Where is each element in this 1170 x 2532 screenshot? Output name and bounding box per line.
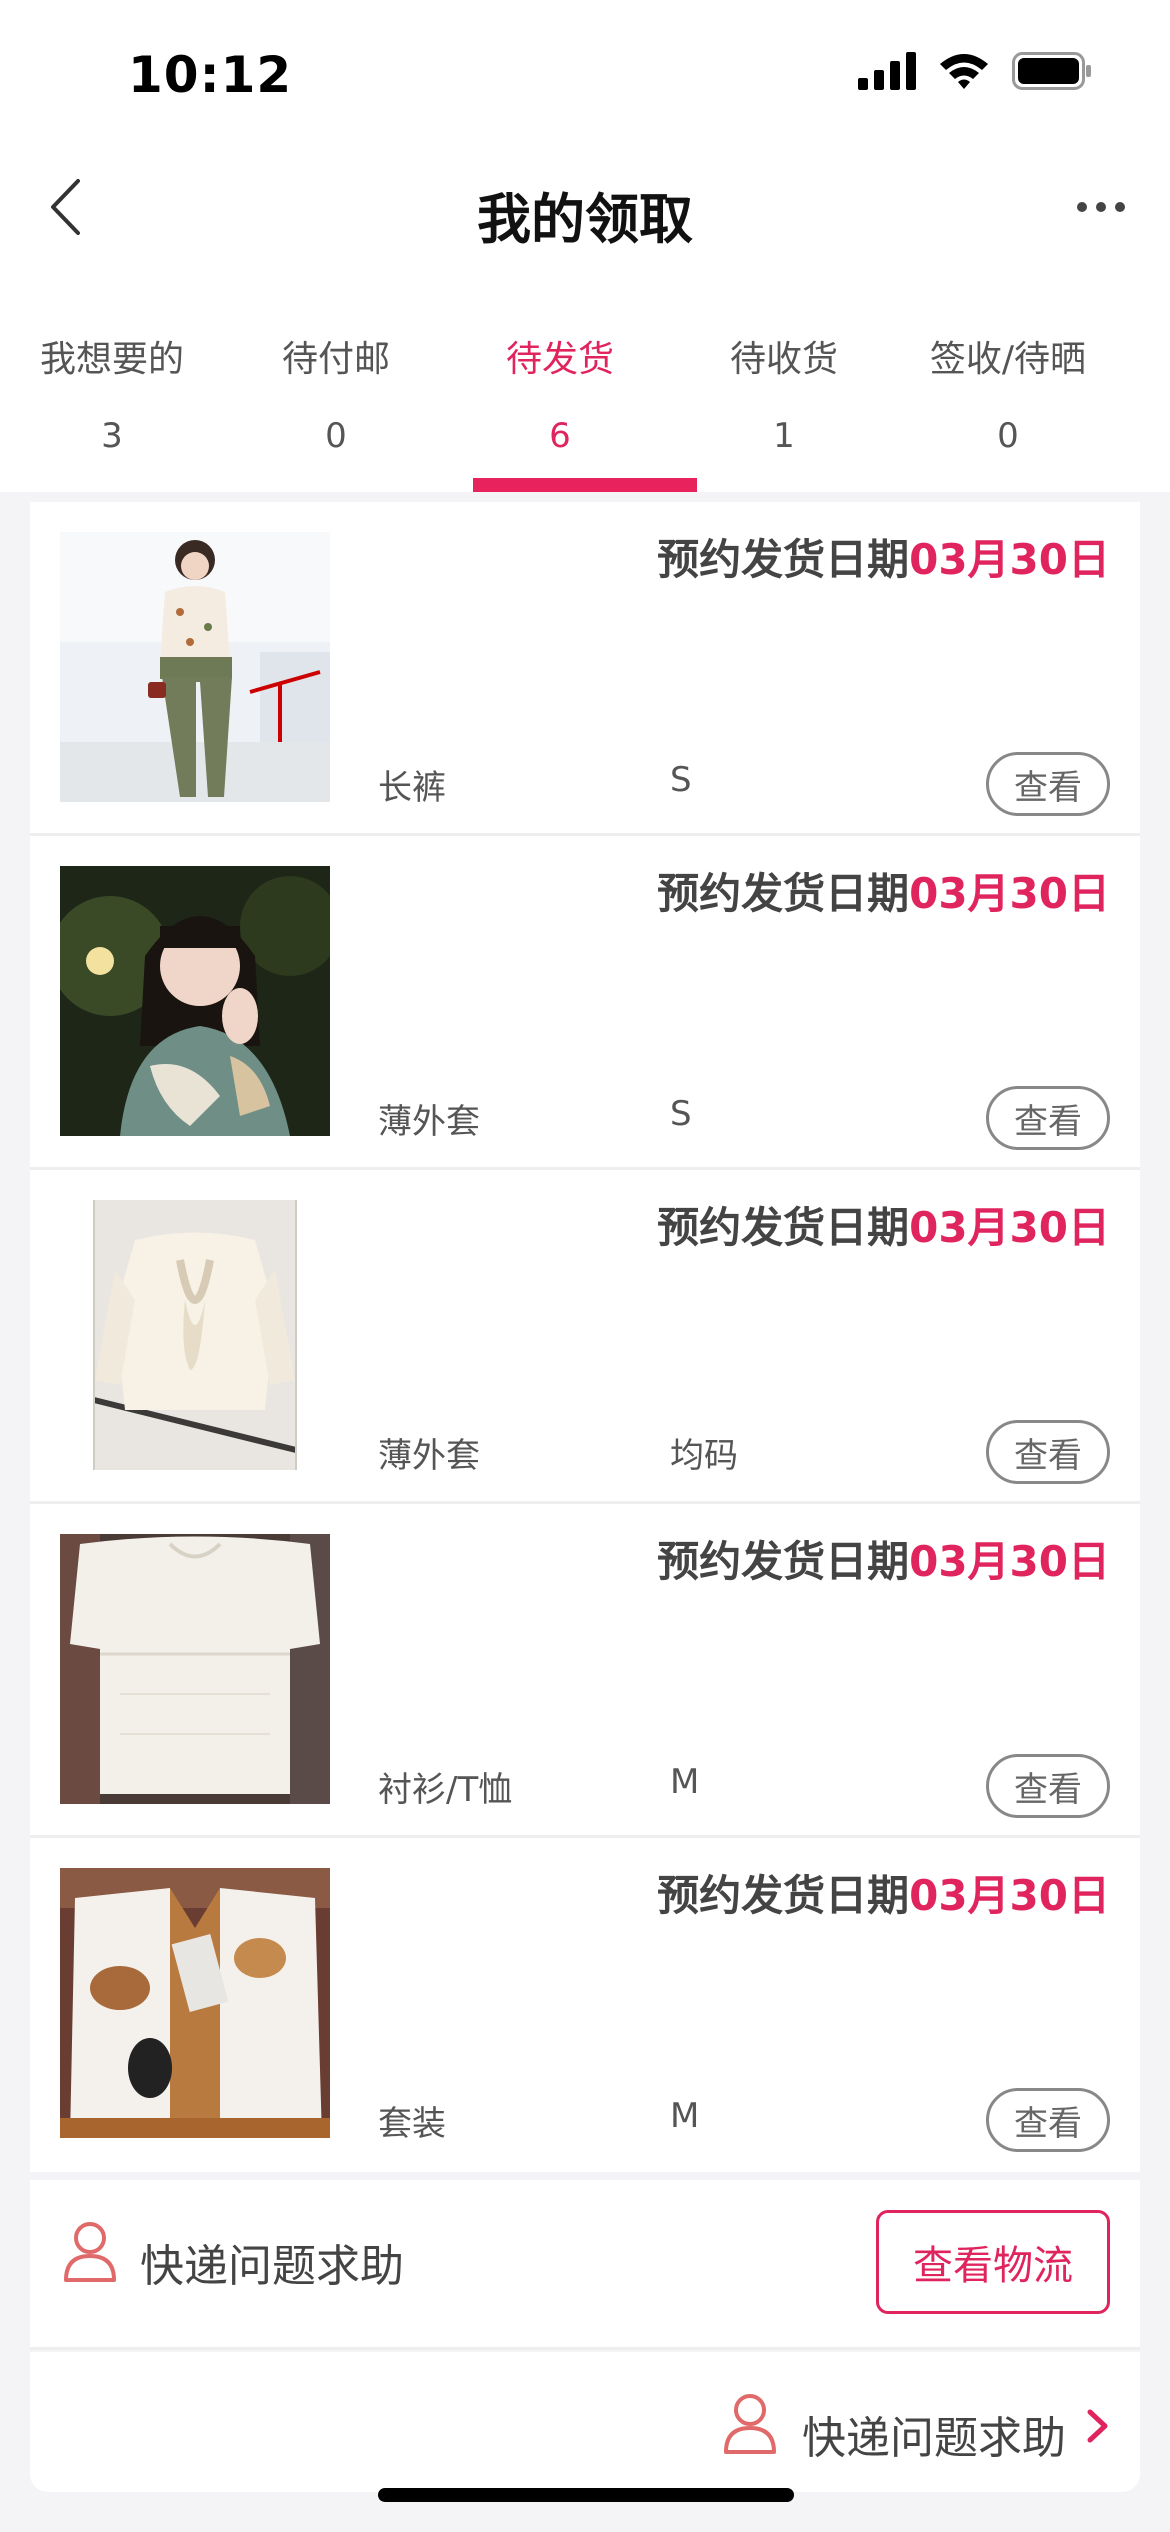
item-category: 长裤 [378,768,446,808]
nav-bar: 我的领取 [0,150,1170,300]
ship-date: 预约发货日期03月30日 [657,860,1110,921]
tab-pending-shipment[interactable]: 待发货 6 [448,300,672,492]
tab-label: 待付邮 [281,339,390,380]
tab-want[interactable]: 我想要的 3 [0,300,224,492]
signal-icon [858,52,916,94]
status-tabs: 我想要的 3 待付邮 0 待发货 6 待收货 1 签收/待晒 0 [0,300,1170,492]
product-image[interactable] [60,1534,330,1804]
chevron-right-icon [1086,2408,1110,2448]
ship-date: 预约发货日期03月30日 [657,1528,1110,1589]
ship-date: 预约发货日期03月30日 [657,1194,1110,1255]
ship-date-value: 03月30日 [909,1537,1110,1586]
person-icon [62,2220,118,2286]
ship-date-prefix: 预约发货日期 [657,1871,910,1920]
ship-date-value: 03月30日 [909,1871,1110,1920]
express-help-footer-label: 快递问题求助 [802,2413,1066,2464]
list-item: 预约发货日期03月30日 衬衫/T恤 M 查看 [30,1504,1140,1838]
battery-icon [1012,52,1092,94]
more-horizontal-icon[interactable] [1066,182,1136,232]
item-size: S [670,1094,692,1134]
ship-date-prefix: 预约发货日期 [657,1537,910,1586]
ship-date-value: 03月30日 [909,535,1110,584]
help-footer[interactable]: 快递问题求助 [30,2352,1140,2492]
item-size: M [670,1762,700,1802]
product-image[interactable] [60,1868,330,2138]
item-list: 预约发货日期03月30日 长裤 S 查看 预约发货日期03月30日 薄外套 S … [30,502,1140,2172]
person-icon [722,2392,778,2458]
view-button[interactable]: 查看 [986,1420,1110,1484]
view-logistics-button[interactable]: 查看物流 [876,2210,1110,2314]
item-category: 薄外套 [378,1436,480,1476]
item-size: 均码 [670,1436,738,1476]
tab-pending-postage[interactable]: 待付邮 0 [224,300,448,492]
tab-label: 我想要的 [39,339,184,380]
ship-date-prefix: 预约发货日期 [657,1203,910,1252]
status-icons [858,52,1092,94]
page-title: 我的领取 [477,188,693,251]
home-indicator [378,2488,794,2502]
tab-count: 6 [549,416,571,456]
tab-count: 0 [325,416,347,456]
item-size: S [670,760,692,800]
item-category: 衬衫/T恤 [378,1770,513,1810]
item-category: 薄外套 [378,1102,480,1142]
tab-count: 0 [997,416,1019,456]
active-tab-indicator [473,478,697,492]
list-item: 预约发货日期03月30日 长裤 S 查看 [30,502,1140,836]
ship-date: 预约发货日期03月30日 [657,526,1110,587]
product-image[interactable] [60,532,330,802]
express-help-link[interactable]: 快递问题求助 [140,2230,404,2294]
tab-label: 待收货 [729,339,838,380]
view-button[interactable]: 查看 [986,2088,1110,2152]
ship-date-prefix: 预约发货日期 [657,535,910,584]
item-category: 套装 [378,2104,446,2144]
status-bar: 10:12 [0,0,1170,150]
product-image[interactable] [60,1200,330,1470]
tab-count: 3 [101,416,123,456]
ship-date-value: 03月30日 [909,1203,1110,1252]
wifi-icon [938,52,990,94]
tab-pending-receipt[interactable]: 待收货 1 [672,300,896,492]
tab-label: 待发货 [505,339,614,380]
tab-count: 1 [773,416,795,456]
ship-date: 预约发货日期03月30日 [657,1862,1110,1923]
help-row: 快递问题求助 查看物流 [30,2180,1140,2350]
ship-date-value: 03月30日 [909,869,1110,918]
item-size: M [670,2096,700,2136]
list-item: 预约发货日期03月30日 薄外套 均码 查看 [30,1170,1140,1504]
list-item: 预约发货日期03月30日 套装 M 查看 [30,1838,1140,2172]
product-image[interactable] [60,866,330,1136]
list-item: 预约发货日期03月30日 薄外套 S 查看 [30,836,1140,1170]
view-button[interactable]: 查看 [986,1086,1110,1150]
tab-label: 签收/待晒 [929,339,1087,380]
status-time: 10:12 [128,46,293,104]
view-button[interactable]: 查看 [986,752,1110,816]
view-button[interactable]: 查看 [986,1754,1110,1818]
ship-date-prefix: 预约发货日期 [657,869,910,918]
tab-signed-review[interactable]: 签收/待晒 0 [896,300,1120,492]
